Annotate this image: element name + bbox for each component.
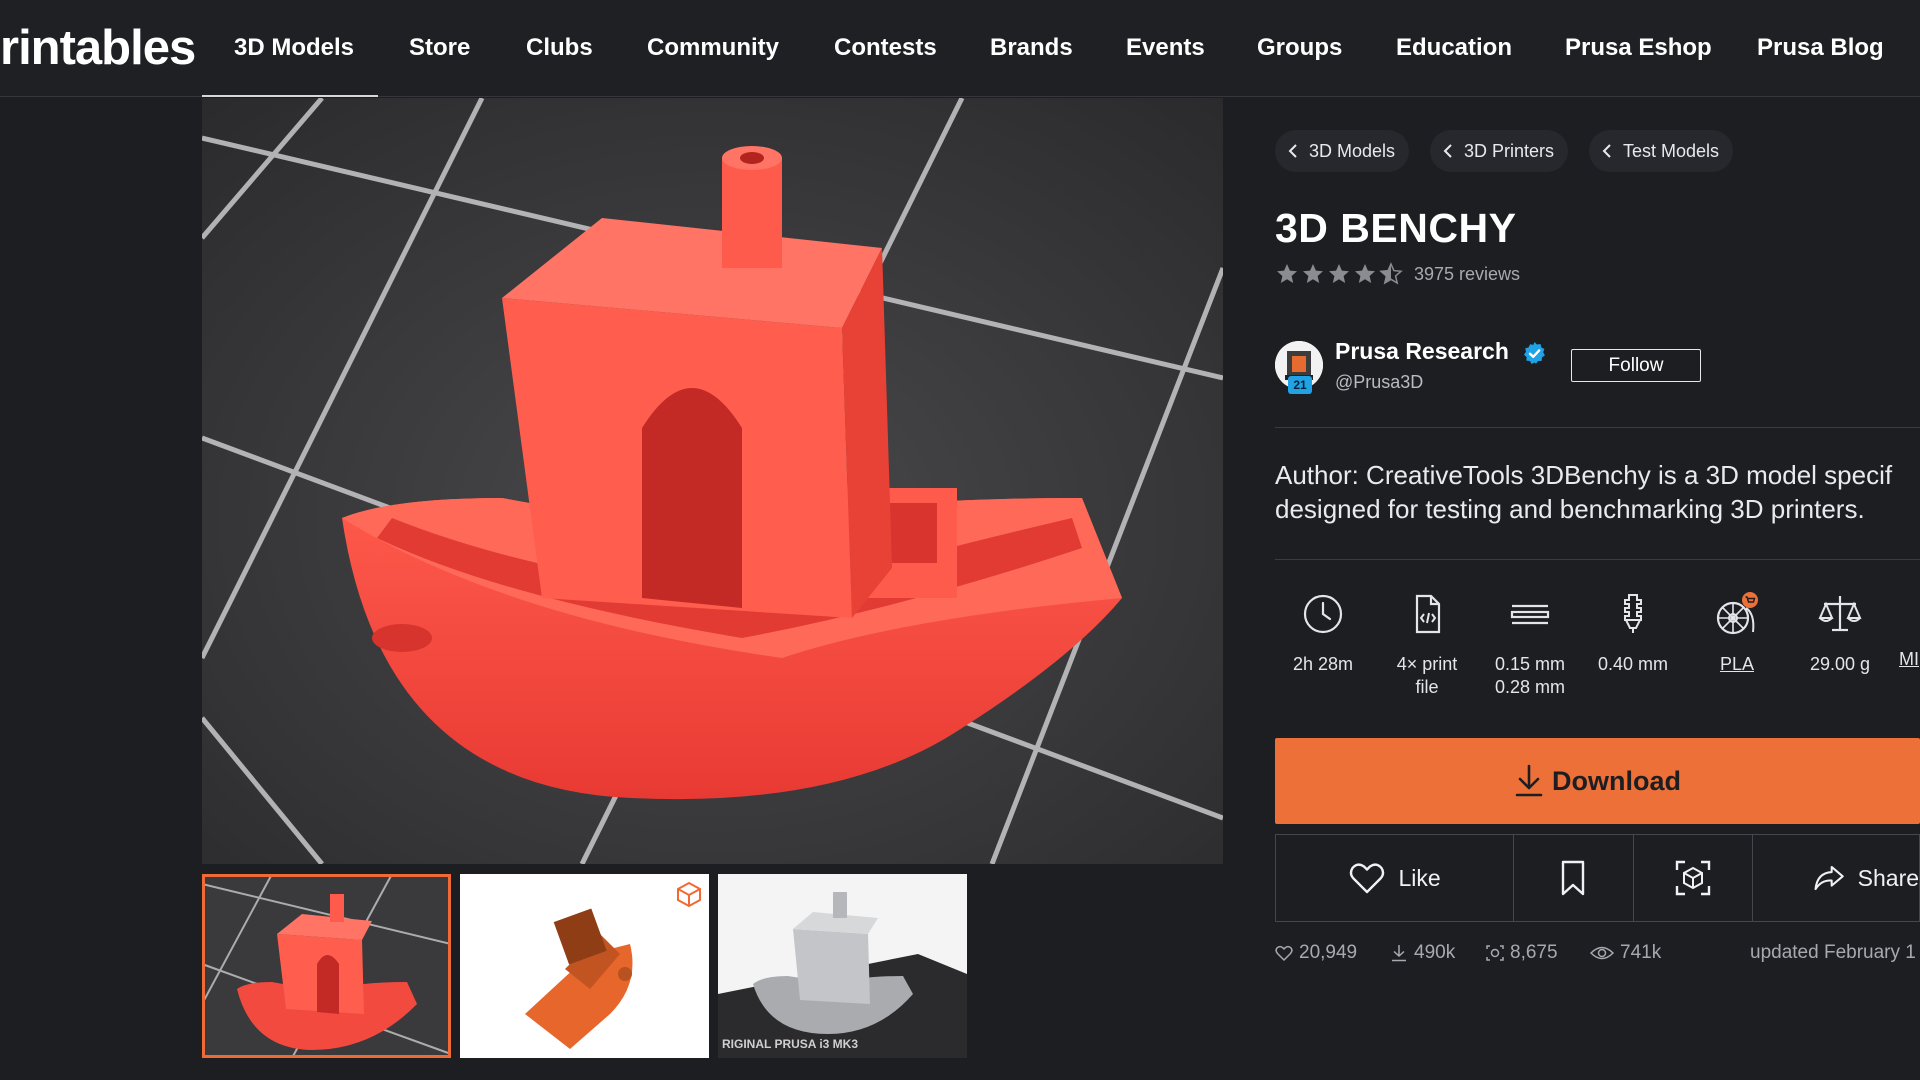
- star-half-icon: [1379, 262, 1403, 285]
- author-name[interactable]: Prusa Research: [1335, 338, 1509, 365]
- author-handle: @Prusa3D: [1335, 372, 1424, 392]
- download-button[interactable]: Download: [1275, 738, 1920, 824]
- action-bar: Like Share: [1275, 834, 1920, 922]
- nav-item-clubs[interactable]: Clubs: [526, 34, 593, 62]
- bookmark-button[interactable]: [1514, 835, 1634, 921]
- breadcrumb-3d-models[interactable]: 3D Models: [1275, 130, 1410, 172]
- downloads-count: 490k: [1414, 942, 1456, 963]
- download-icon: [1515, 764, 1543, 797]
- download-icon: [1392, 945, 1406, 962]
- heart-icon: [1275, 945, 1293, 962]
- breadcrumb-label: 3D Printers: [1464, 140, 1555, 161]
- spec-label[interactable]: PLA: [1687, 653, 1787, 676]
- scale-icon: [1818, 596, 1862, 632]
- breadcrumb-label: 3D Models: [1309, 140, 1396, 161]
- chevron-left-icon: [1602, 144, 1611, 158]
- nav-item-events[interactable]: Events: [1126, 34, 1205, 62]
- breadcrumb-label: Test Models: [1623, 140, 1720, 161]
- spec-label: 2h 28m: [1292, 654, 1354, 674]
- nav-item-prusa-blog[interactable]: Prusa Blog: [1757, 34, 1884, 62]
- layer-height-icon: [1510, 604, 1550, 625]
- share-icon: [1814, 865, 1845, 891]
- camera-icon: [1486, 945, 1504, 961]
- updated-label: updated February 1: [1750, 942, 1916, 963]
- thumbnail-2[interactable]: [460, 874, 709, 1058]
- spec-layer-height: 0.15 mm 0.28 mm: [1480, 592, 1580, 699]
- model-title: 3D BENCHY: [1275, 205, 1517, 251]
- nav-item-groups[interactable]: Groups: [1257, 34, 1342, 62]
- spec-print-time: 2h 28m: [1273, 592, 1373, 676]
- nav-item-prusa-eshop[interactable]: Prusa Eshop: [1565, 34, 1712, 62]
- chevron-left-icon: [1443, 144, 1452, 158]
- star-full-icon: [1355, 264, 1375, 283]
- star-full-icon: [1303, 264, 1323, 283]
- filament-spool-icon: [1716, 592, 1758, 635]
- star-full-icon: [1277, 264, 1297, 283]
- like-label: Like: [1398, 864, 1441, 891]
- download-label: Download: [1552, 765, 1681, 796]
- share-button[interactable]: Share: [1753, 835, 1919, 921]
- thumbnail-benchy-red: [202, 874, 451, 1058]
- 3d-scan-icon: [1675, 860, 1711, 896]
- share-label: Share: [1857, 864, 1920, 891]
- breadcrumb-test-models[interactable]: Test Models: [1589, 130, 1734, 172]
- star-rating: [1275, 262, 1403, 286]
- spec-nozzle: 0.40 mm: [1583, 592, 1683, 676]
- spec-printer[interactable]: MI: [1875, 592, 1920, 671]
- downloads-stat: 490k: [1390, 942, 1455, 964]
- divider: [1275, 427, 1920, 428]
- thumbnail-1[interactable]: [202, 874, 451, 1058]
- spec-material[interactable]: PLA: [1687, 592, 1787, 676]
- nav-item-3d-models[interactable]: 3D Models: [234, 34, 354, 62]
- author-level-badge: 21: [1288, 376, 1312, 394]
- spec-label: 4× print file: [1396, 654, 1458, 697]
- divider: [1275, 559, 1920, 560]
- likes-count: 20,949: [1299, 942, 1358, 963]
- top-navigation: rintables 3D Models Store Clubs Communit…: [0, 0, 1920, 97]
- spec-label: 0.40 mm: [1597, 654, 1669, 674]
- printer-icon: [1875, 592, 1920, 636]
- svg-text:RIGINAL PRUSA i3 MK3: RIGINAL PRUSA i3 MK3: [722, 1037, 858, 1051]
- follow-button[interactable]: Follow: [1571, 349, 1701, 382]
- benchy-photo: [202, 98, 1223, 864]
- thumbnail-benchy-3d-render: [460, 874, 709, 1058]
- makes-stat: 8,675: [1486, 942, 1558, 964]
- makes-count: 8,675: [1510, 942, 1558, 963]
- main-model-image[interactable]: [202, 98, 1223, 864]
- heart-icon: [1350, 863, 1385, 894]
- star-full-icon: [1329, 264, 1349, 283]
- views-count: 741k: [1620, 942, 1662, 963]
- reviews-count[interactable]: 3975 reviews: [1414, 264, 1520, 285]
- spec-label[interactable]: MI: [1875, 648, 1920, 671]
- spec-print-files: 4× print file: [1377, 592, 1477, 699]
- nav-item-community[interactable]: Community: [647, 34, 779, 62]
- thumbnail-3[interactable]: RIGINAL PRUSA i3 MK3: [718, 874, 967, 1058]
- nav-item-store[interactable]: Store: [409, 34, 470, 62]
- nozzle-icon: [1624, 594, 1642, 633]
- verified-badge-icon: [1524, 342, 1545, 364]
- nav-item-education[interactable]: Education: [1396, 34, 1512, 62]
- 3d-view-cube-icon: [677, 881, 701, 908]
- nav-item-contests[interactable]: Contests: [834, 34, 937, 62]
- site-logo[interactable]: rintables: [0, 20, 196, 76]
- model-description: Author: CreativeTools 3DBenchy is a 3D m…: [1275, 460, 1893, 524]
- views-stat: 741k: [1590, 942, 1661, 964]
- nav-item-brands[interactable]: Brands: [990, 34, 1073, 62]
- nav-active-indicator: [202, 95, 378, 97]
- print-file-icon: [1415, 594, 1441, 634]
- ar-view-button[interactable]: [1634, 835, 1754, 921]
- like-button[interactable]: Like: [1276, 835, 1515, 921]
- eye-icon: [1590, 946, 1614, 960]
- bookmark-icon: [1562, 860, 1585, 896]
- clock-icon: [1303, 594, 1343, 634]
- spec-label: 0.15 mm 0.28 mm: [1494, 654, 1566, 697]
- likes-stat: 20,949: [1275, 942, 1357, 964]
- updated-date: updated February 1: [1750, 942, 1920, 964]
- thumbnail-benchy-silver: RIGINAL PRUSA i3 MK3: [718, 874, 967, 1058]
- breadcrumb-3d-printers[interactable]: 3D Printers: [1430, 130, 1569, 172]
- chevron-left-icon: [1288, 144, 1297, 158]
